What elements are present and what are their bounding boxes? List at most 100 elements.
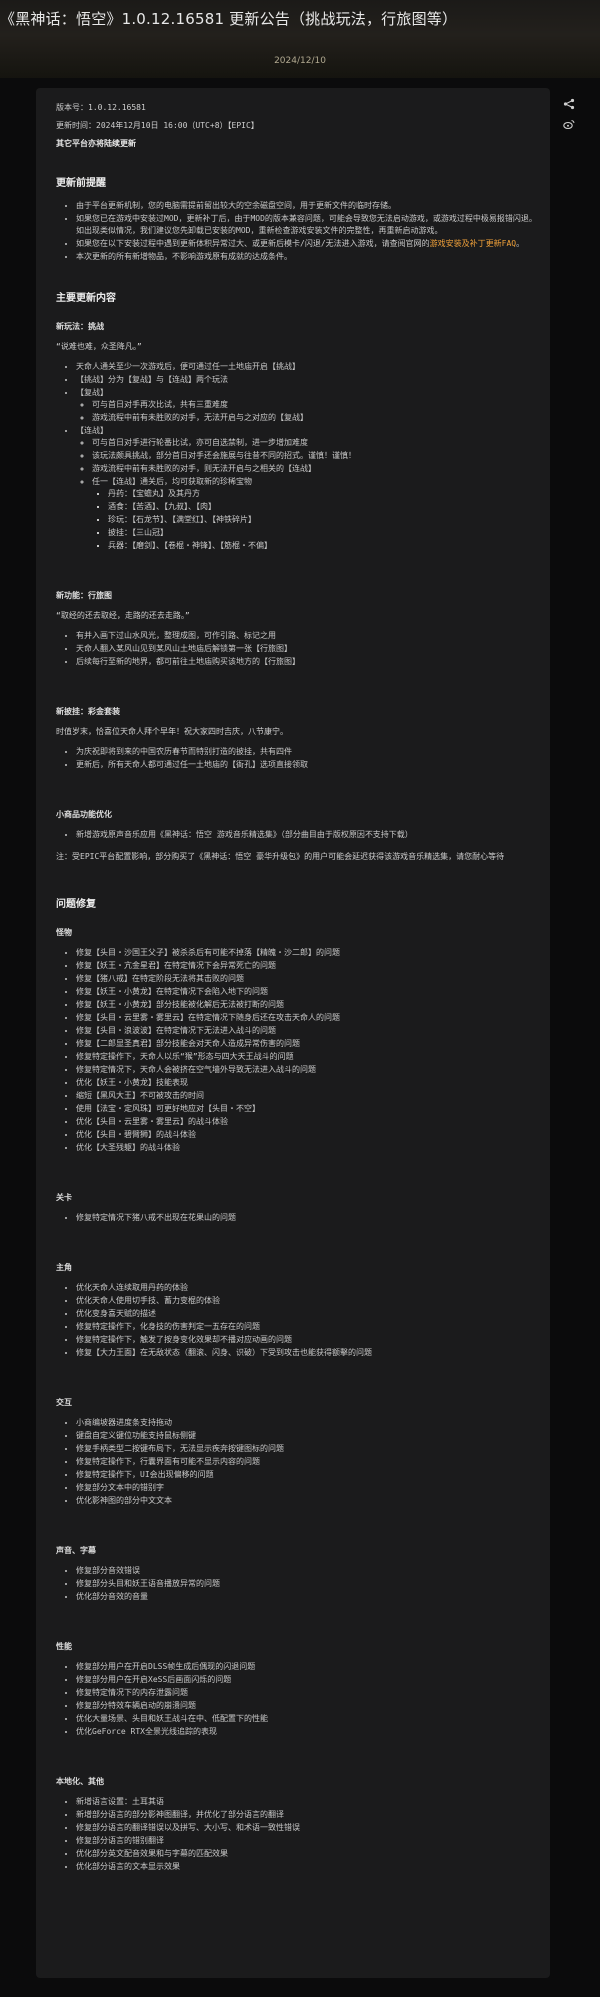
list-item: 更新后，所有天命人都可通过任一土地庙的【衙孔】选项直接领取 bbox=[76, 759, 540, 771]
other-platforms-note: 其它平台亦将陆续更新 bbox=[56, 139, 136, 148]
mini-features-list: 新增游戏原声音乐应用《黑神话：悟空 游戏音乐精选集》（部分曲目由于版权原因不支持… bbox=[56, 829, 540, 841]
list-item: 珍玩：【石龙节】、【满堂红】、【神铁碎片】 bbox=[108, 514, 540, 526]
list-item: 天命人通关至少一次游戏后，便可通过任一土地庙开启【挑战】 bbox=[76, 361, 540, 373]
publish-date: 2024/12/10 bbox=[274, 56, 326, 66]
audio-fix-list: 修复部分音效错误 修复部分头目和妖王语音播放异常的问题 优化部分音效的音量 bbox=[56, 1565, 540, 1603]
list-item: 修复部分文本中的错别字 bbox=[76, 1482, 540, 1494]
list-item: 修复【妖王・亢金星君】在特定情况下会异常死亡的问题 bbox=[76, 960, 540, 972]
level-fix-list: 修复特定情况下猪八戒不出现在花果山的问题 bbox=[56, 1212, 540, 1224]
sub-list: 可与首日对手进行轮番比试，亦可自选禁制，进一步增加难度 该玩法颇具挑战，部分首日… bbox=[76, 437, 540, 552]
weibo-icon[interactable] bbox=[562, 118, 576, 132]
list-item: 优化部分语言的文本显示效果 bbox=[76, 1861, 540, 1873]
reward-list: 丹药：【宝蟾丸】及其丹方 酒食：【苦酒】、【九叔】、【肉】 珍玩：【石龙节】、【… bbox=[92, 488, 540, 552]
list-item: 修复特定操作下，化身技的伤害判定一五存在的问题 bbox=[76, 1321, 540, 1333]
list-item: 如果您已在游戏中安装过MOD，更新补丁后，由于MOD的版本兼容问题，可能会导致您… bbox=[76, 213, 540, 237]
subheading-performance: 性能 bbox=[56, 1642, 72, 1651]
travel-map-list: 有并入画下过山水风光，整理成图，可作引路、标记之用 天命人翻入某风山见到某风山土… bbox=[56, 630, 540, 668]
list-item: 【挑战】分为【复战】与【连战】两个玩法 bbox=[76, 374, 540, 386]
update-time: 更新时间：2024年12月10日 16:00（UTC+8）【EPIC】 bbox=[56, 121, 259, 130]
list-item: 修复特定情况下猪八戒不出现在花果山的问题 bbox=[76, 1212, 540, 1224]
subheading-protagonist: 主角 bbox=[56, 1263, 72, 1272]
list-item: 由于平台更新机制，您的电脑需提前留出较大的空余磁盘空间，用于更新文件的临时存储。 bbox=[76, 200, 540, 212]
list-item: 缩短【黑风大王】不可被攻击的时间 bbox=[76, 1090, 540, 1102]
subheading-mini-features: 小商品功能优化 bbox=[56, 810, 112, 819]
list-item: 修复【妖王・小黄龙】部分技能被化解后无法被打断的问题 bbox=[76, 999, 540, 1011]
protagonist-fix-list: 优化天命人连续取用丹药的体验 优化天命人使用切手技、蓄力变棍的体验 优化变身喜天… bbox=[56, 1282, 540, 1359]
challenge-quote: “说难也难，众圣降凡。” bbox=[56, 342, 142, 351]
list-item: 酒食：【苦酒】、【九叔】、【肉】 bbox=[108, 501, 540, 513]
list-item: 优化天命人使用切手技、蓄力变棍的体验 bbox=[76, 1295, 540, 1307]
list-item: 修复【猪八戒】在特定阶段无法将其击败的问题 bbox=[76, 973, 540, 985]
list-item: 修复部分语言的翻译错误以及拼写、大小写、和术语一致性错误 bbox=[76, 1822, 540, 1834]
performance-fix-list: 修复部分用户在开启DLSS帧生成后偶现的闪退问题 修复部分用户在开启XeSS后画… bbox=[56, 1661, 540, 1738]
skin-intro: 时值岁末，恰喜位天命人拜个早年！祝大家四时吉庆，八节康宁。 bbox=[56, 727, 288, 736]
item-text: 【连战】 bbox=[76, 426, 108, 435]
list-item: 修复特定操作下，触发了按身变化效果却不播对应动画的问题 bbox=[76, 1334, 540, 1346]
list-item: 优化【妖王・小黄龙】技能表现 bbox=[76, 1077, 540, 1089]
list-item: 修复部分用户在开启XeSS后画面闪烁的问题 bbox=[76, 1674, 540, 1686]
subheading-localization: 本地化、其他 bbox=[56, 1777, 104, 1786]
list-item: 修复【二郎显圣真君】部分技能会对天命人造成异常伤害的问题 bbox=[76, 1038, 540, 1050]
item-text: 。 bbox=[516, 239, 525, 248]
list-item: 为庆祝即将到来的中国农历春节而特别打造的披挂，共有四件 bbox=[76, 746, 540, 758]
list-item: 使用【法宝・定风珠】可更好地应对【头目・不空】 bbox=[76, 1103, 540, 1115]
list-item: 优化天命人连续取用丹药的体验 bbox=[76, 1282, 540, 1294]
subheading-interaction: 交互 bbox=[56, 1398, 72, 1407]
list-item: 优化【头目・云里雾・雾里云】的战斗体验 bbox=[76, 1116, 540, 1128]
epic-note: 注：受EPIC平台配置影响，部分购买了《黑神话：悟空 豪华升级包》的用户可能会延… bbox=[56, 852, 505, 861]
share-icon-glyph bbox=[563, 98, 575, 110]
list-item: 游戏流程中前有未胜败的对手，则无法开启与之相关的【连战】 bbox=[92, 463, 540, 475]
section-heading-main-updates: 主要更新内容 bbox=[56, 293, 116, 304]
weibo-icon-glyph bbox=[563, 120, 575, 130]
list-item: 可与首日对手进行轮番比试，亦可自选禁制，进一步增加难度 bbox=[92, 437, 540, 449]
list-item: 丹药：【宝蟾丸】及其丹方 bbox=[108, 488, 540, 500]
list-item: 可与首日对手再次比试，共有三重难度 bbox=[92, 399, 540, 411]
localization-fix-list: 新增语言设置：土耳其语 新增部分语言的部分影神图翻译，并优化了部分语言的翻译 修… bbox=[56, 1796, 540, 1873]
list-item: 如果您在以下安装过程中遇到更新体积异常过大、或更新后模卡/闪退/无法进入游戏，请… bbox=[76, 238, 540, 250]
list-item: 优化影神图的部分中文文本 bbox=[76, 1495, 540, 1507]
list-item: 兵器：【磨剑】、【卷棍・神锋】、【筋棍・不偏】 bbox=[108, 540, 540, 552]
section-heading-fixes: 问题修复 bbox=[56, 899, 96, 910]
list-item: 修复特定情况下，天命人会被挤在空气墙外导致无法进入战斗的问题 bbox=[76, 1064, 540, 1076]
list-item: 修复部分头目和妖王语音播放异常的问题 bbox=[76, 1578, 540, 1590]
version-number: 版本号：1.0.12.16581 bbox=[56, 103, 146, 112]
travel-map-quote: “取经的还去取经，走路的还去走路。” bbox=[56, 611, 190, 620]
subheading-new-skin: 新披挂：彩金套装 bbox=[56, 707, 120, 716]
list-item: 【连战】 可与首日对手进行轮番比试，亦可自选禁制，进一步增加难度 该玩法颇具挑战… bbox=[76, 425, 540, 552]
monster-fix-list: 修复【头目・沙国王父子】被杀杀后有可能不掉落【精魄・沙二郎】的问题 修复【妖王・… bbox=[56, 947, 540, 1154]
list-item: 修复手柄类型二按键布局下，无法显示疾奔按键图标的问题 bbox=[76, 1443, 540, 1455]
subheading-audio: 声音、字幕 bbox=[56, 1546, 96, 1555]
item-text: 如果您在以下安装过程中遇到更新体积异常过大、或更新后模卡/闪退/无法进入游戏，请… bbox=[76, 239, 430, 248]
list-item: 修复部分用户在开启DLSS帧生成后偶现的闪退问题 bbox=[76, 1661, 540, 1673]
list-item: 新增语言设置：土耳其语 bbox=[76, 1796, 540, 1808]
list-item: 天命人翻入某风山见到某风山土地庙后解锁第一张【行旅图】 bbox=[76, 643, 540, 655]
list-item: 该玩法颇具挑战，部分首日对手还会施展与往昔不同的招式。谨慎！谨慎！ bbox=[92, 450, 540, 462]
list-item: 新增游戏原声音乐应用《黑神话：悟空 游戏音乐精选集》（部分曲目由于版权原因不支持… bbox=[76, 829, 540, 841]
challenge-list: 天命人通关至少一次游戏后，便可通过任一土地庙开启【挑战】 【挑战】分为【复战】与… bbox=[56, 361, 540, 552]
list-item: 键盘自定义键位功能支持鼠标侧键 bbox=[76, 1430, 540, 1442]
list-item: 游戏流程中前有未胜败的对手，无法开启与之对应的【复战】 bbox=[92, 412, 540, 424]
share-icon[interactable] bbox=[562, 98, 576, 112]
list-item: 修复【头目・云里雾・雾里云】在特定情况下随身后还在攻击天命人的问题 bbox=[76, 1012, 540, 1024]
list-item: 【复战】 可与首日对手再次比试，共有三重难度 游戏流程中前有未胜败的对手，无法开… bbox=[76, 387, 540, 424]
list-item: 新增部分语言的部分影神图翻译，并优化了部分语言的翻译 bbox=[76, 1809, 540, 1821]
list-item: 优化大量场景、头目和妖王战斗在中、低配置下的性能 bbox=[76, 1713, 540, 1725]
list-item: 后续每行至新的地界，都可前往土地庙购买该地方的【行旅图】 bbox=[76, 656, 540, 668]
sub-list: 可与首日对手再次比试，共有三重难度 游戏流程中前有未胜败的对手，无法开启与之对应… bbox=[76, 399, 540, 424]
list-item: 修复部分音效错误 bbox=[76, 1565, 540, 1577]
item-text: 【复战】 bbox=[76, 388, 108, 397]
subheading-levels: 关卡 bbox=[56, 1193, 72, 1202]
list-item: 修复特定情况下的内存泄露问题 bbox=[76, 1687, 540, 1699]
faq-link[interactable]: 游戏安装及补丁更新FAQ bbox=[430, 239, 516, 248]
section-heading-pre-notice: 更新前提醒 bbox=[56, 178, 106, 189]
list-item: 修复部分特效车辆启动的崩溃问题 bbox=[76, 1700, 540, 1712]
subheading-travel-map: 新功能：行旅图 bbox=[56, 591, 112, 600]
list-item: 优化部分英文配音效果和与字幕的匹配效果 bbox=[76, 1848, 540, 1860]
list-item: 修复【头目・沙国王父子】被杀杀后有可能不掉落【精魄・沙二郎】的问题 bbox=[76, 947, 540, 959]
pre-notice-list: 由于平台更新机制，您的电脑需提前留出较大的空余磁盘空间，用于更新文件的临时存储。… bbox=[56, 200, 540, 263]
list-item: 小商编坡器进度条支持拖动 bbox=[76, 1417, 540, 1429]
list-item: 优化变身喜天赋的描述 bbox=[76, 1308, 540, 1320]
subheading-monsters: 怪物 bbox=[56, 928, 72, 937]
list-item: 优化【头目・碧臂狮】的战斗体验 bbox=[76, 1129, 540, 1141]
list-item: 修复【头目・浪波波】在特定情况下无法进入战斗的问题 bbox=[76, 1025, 540, 1037]
